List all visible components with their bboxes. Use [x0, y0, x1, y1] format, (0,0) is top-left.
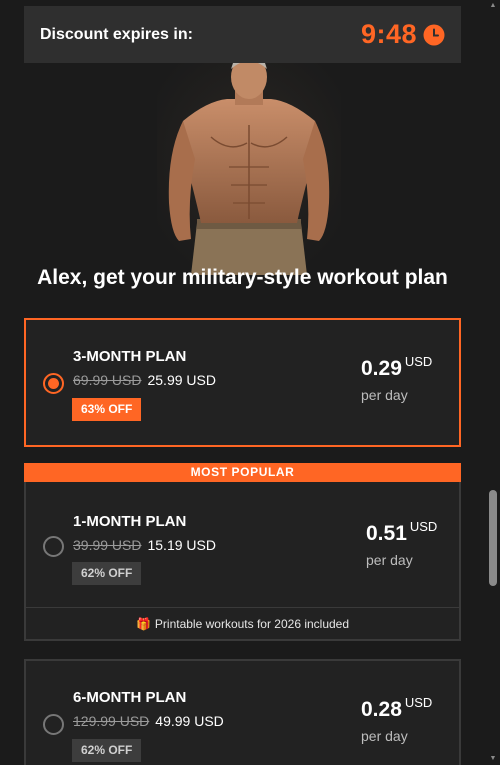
- plan-card-1-month[interactable]: 1-MONTH PLAN 39.99 USD 15.19 USD 62% OFF …: [24, 482, 461, 641]
- discount-badge: 63% OFF: [72, 398, 142, 421]
- scroll-up-icon[interactable]: ▲: [489, 2, 497, 10]
- per-day-price: 0.28 USD per day: [361, 695, 433, 744]
- plan-card-3-month[interactable]: 3-MONTH PLAN 69.99 USD 25.99 USD 63% OFF …: [24, 318, 461, 447]
- plan-card-6-month[interactable]: 6-MONTH PLAN 129.99 USD 49.99 USD 62% OFF…: [24, 659, 461, 765]
- athlete-photo: [157, 63, 341, 275]
- gift-icon: 🎁: [135, 616, 151, 631]
- old-price: 39.99 USD: [73, 537, 142, 553]
- plan-perk: 🎁 Printable workouts for 2026 included: [26, 607, 459, 639]
- plan-prices: 129.99 USD 49.99 USD: [73, 713, 224, 729]
- plan-radio[interactable]: [43, 714, 64, 735]
- scroll-down-icon[interactable]: ▼: [489, 755, 497, 763]
- old-price: 69.99 USD: [73, 372, 142, 388]
- scrollbar[interactable]: ▲ ▼: [488, 0, 500, 765]
- current-price: 49.99 USD: [155, 713, 224, 729]
- current-price: 15.19 USD: [147, 537, 216, 553]
- per-day-amount: 0.28: [361, 698, 402, 721]
- timer-label: Discount expires in:: [40, 25, 193, 43]
- per-day-unit: per day: [361, 728, 408, 744]
- discount-badge: 62% OFF: [72, 562, 142, 585]
- per-day-price: 0.29 USD per day: [361, 354, 433, 403]
- timer-value: 9:48: [361, 19, 445, 50]
- plan-name: 1-MONTH PLAN: [73, 513, 187, 530]
- scrollbar-thumb[interactable]: [489, 490, 497, 586]
- plan-prices: 69.99 USD 25.99 USD: [73, 372, 216, 388]
- plan-name: 6-MONTH PLAN: [73, 689, 187, 706]
- per-day-currency: USD: [404, 695, 433, 710]
- current-price: 25.99 USD: [147, 372, 216, 388]
- discount-badge: 62% OFF: [72, 739, 142, 762]
- paywall-page: Discount expires in: 9:48 Alex, get your…: [0, 0, 500, 765]
- per-day-currency: USD: [409, 519, 438, 534]
- athlete-illustration: [157, 63, 341, 275]
- plan-prices: 39.99 USD 15.19 USD: [73, 537, 216, 553]
- per-day-price: 0.51 USD per day: [366, 519, 438, 568]
- plan-radio[interactable]: [43, 536, 64, 557]
- per-day-unit: per day: [361, 387, 408, 403]
- page-headline: Alex, get your military-style workout pl…: [37, 266, 448, 289]
- perk-text: Printable workouts for 2026 included: [154, 616, 350, 631]
- timer-countdown: 9:48: [360, 19, 417, 49]
- per-day-amount: 0.51: [366, 522, 407, 545]
- per-day-amount: 0.29: [361, 357, 402, 380]
- plan-name: 3-MONTH PLAN: [73, 348, 187, 365]
- per-day-unit: per day: [366, 552, 413, 568]
- most-popular-banner: MOST POPULAR: [24, 463, 461, 482]
- discount-timer-bar: Discount expires in: 9:48: [24, 6, 461, 63]
- old-price: 129.99 USD: [73, 713, 150, 729]
- per-day-currency: USD: [404, 354, 433, 369]
- clock-icon: [423, 24, 445, 45]
- plan-radio-selected[interactable]: [43, 373, 64, 394]
